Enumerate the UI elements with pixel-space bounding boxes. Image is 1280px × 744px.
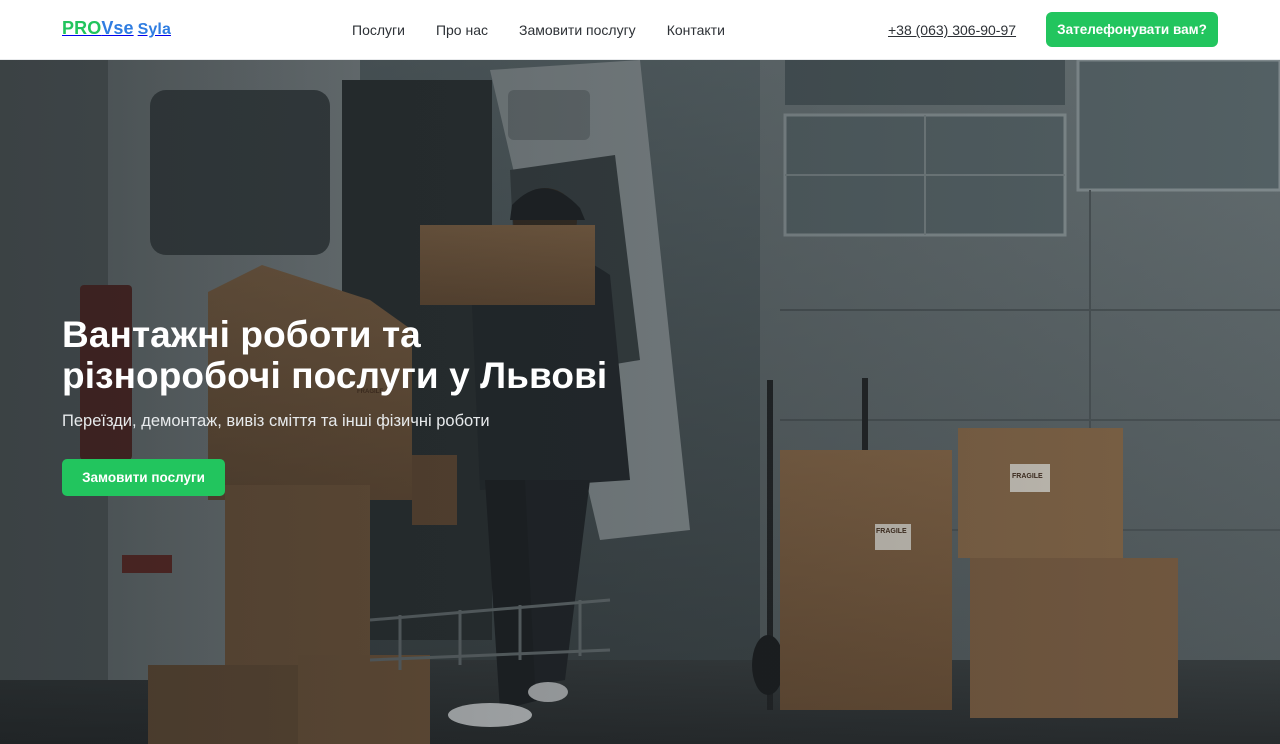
logo-part-vse: Vse bbox=[101, 18, 134, 38]
site-header: PROVse Syla Послуги Про нас Замовити посл… bbox=[0, 0, 1280, 60]
nav-item-contacts[interactable]: Контакти bbox=[667, 21, 725, 39]
box-label: FRAGILE bbox=[1012, 473, 1043, 480]
nav-item-services[interactable]: Послуги bbox=[352, 21, 405, 39]
nav-item-about[interactable]: Про нас bbox=[436, 21, 488, 39]
hero-title: Вантажні роботи та різноробочі послуги у… bbox=[62, 314, 702, 396]
main-nav: Послуги Про нас Замовити послугу Контакт… bbox=[352, 21, 756, 39]
hero-subtitle: Переїзди, демонтаж, вивіз сміття та інші… bbox=[62, 412, 490, 430]
hero-content: Вантажні роботи та різноробочі послуги у… bbox=[62, 314, 702, 496]
call-back-button[interactable]: Зателефонувати вам? bbox=[1046, 12, 1218, 47]
box-label: FRAGILE bbox=[876, 528, 907, 535]
hero-title-line-2: різноробочі послуги у Львові bbox=[62, 355, 608, 396]
nav-item-order[interactable]: Замовити послугу bbox=[519, 21, 636, 39]
logo-part-syla: Syla bbox=[137, 21, 171, 38]
hero-section: Вантажні роботи та різноробочі послуги у… bbox=[0, 60, 1280, 744]
hero-title-line-1: Вантажні роботи та bbox=[62, 314, 421, 355]
order-services-button[interactable]: Замовити послуги bbox=[62, 459, 225, 496]
phone-link[interactable]: +38 (063) 306-90-97 bbox=[888, 21, 1016, 39]
logo[interactable]: PROVse Syla bbox=[62, 18, 171, 39]
logo-part-pro: PRO bbox=[62, 18, 102, 38]
